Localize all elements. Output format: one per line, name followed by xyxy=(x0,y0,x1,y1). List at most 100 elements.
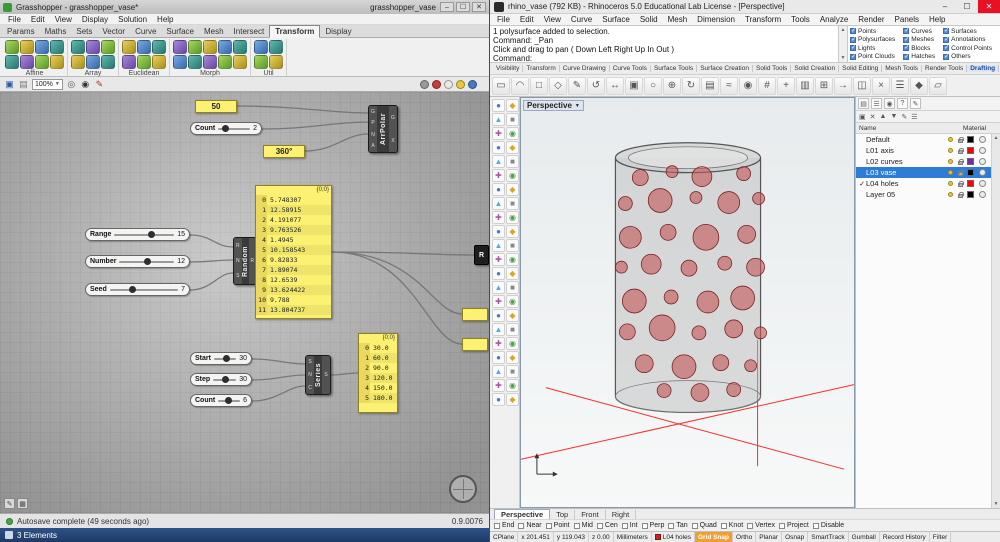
scroll-up-icon[interactable]: ▲ xyxy=(841,27,846,33)
rhino-tab-transform[interactable]: Transform xyxy=(523,65,560,72)
status-y-119-043[interactable]: y 119.043 xyxy=(554,532,589,542)
input-nub[interactable]: P xyxy=(371,120,374,126)
menu-view[interactable]: View xyxy=(50,15,77,24)
toolbar-icon[interactable]: ◇ xyxy=(549,76,567,95)
checkbox-icon[interactable] xyxy=(747,522,754,529)
layer-color-swatch[interactable] xyxy=(965,169,975,176)
wireframe-display-icon[interactable] xyxy=(420,79,429,89)
checkbox-icon[interactable] xyxy=(573,522,580,529)
sidebar-tool-icon[interactable]: ● xyxy=(492,141,505,154)
ribbon-tool-icon[interactable] xyxy=(35,55,49,69)
ribbon-tool-icon[interactable] xyxy=(269,55,283,69)
sidebar-tool-icon[interactable]: ◆ xyxy=(506,225,519,238)
toolbar-icon[interactable]: ○ xyxy=(644,76,662,95)
gh-tab-sets[interactable]: Sets xyxy=(71,26,97,37)
hole-sphere[interactable] xyxy=(634,354,654,374)
gh-component-random[interactable]: R N S Random R xyxy=(233,237,257,285)
ribbon-tool-icon[interactable] xyxy=(137,40,151,54)
toolbar-icon[interactable]: → xyxy=(834,76,852,95)
sidebar-tool-icon[interactable]: ✚ xyxy=(492,379,505,392)
layer-row-l03-vase[interactable]: L03 vase xyxy=(856,167,991,178)
hole-sphere[interactable] xyxy=(746,257,765,277)
status-x-201-451[interactable]: x 201.451 xyxy=(518,532,554,542)
checkbox-icon[interactable] xyxy=(641,522,648,529)
display-panel-tab-icon[interactable]: ◉ xyxy=(884,98,895,109)
slider-rail[interactable] xyxy=(218,124,251,132)
layers-panel-tab-icon[interactable]: ☰ xyxy=(871,98,882,109)
ribbon-tool-icon[interactable] xyxy=(71,40,85,54)
ribbon-tool-icon[interactable] xyxy=(269,40,283,54)
toolbar-icon[interactable]: ◠ xyxy=(511,76,529,95)
status-osnap[interactable]: Osnap xyxy=(782,532,809,542)
ribbon-tool-icon[interactable] xyxy=(5,40,19,54)
osnap-int[interactable]: Int xyxy=(621,522,638,529)
layer-color-swatch[interactable] xyxy=(965,158,975,165)
sidebar-tool-icon[interactable]: ● xyxy=(492,267,505,280)
lock-icon[interactable] xyxy=(955,169,965,176)
status-ortho[interactable]: Ortho xyxy=(733,532,757,542)
toolbar-icon[interactable]: ↻ xyxy=(682,76,700,95)
canvas-compass[interactable] xyxy=(449,475,477,503)
ribbon-tool-icon[interactable] xyxy=(188,55,202,69)
hole-sphere[interactable] xyxy=(619,323,636,341)
menu-curve[interactable]: Curve xyxy=(566,15,597,24)
new-layer-icon[interactable]: ▣ xyxy=(859,113,866,121)
perspective-viewport[interactable]: Perspective ▼ xyxy=(520,97,855,508)
sidebar-tool-icon[interactable]: ◉ xyxy=(506,127,519,140)
gh-slider-step[interactable]: Step 30 xyxy=(190,373,252,386)
hole-sphere[interactable] xyxy=(689,191,703,204)
ribbon-tool-icon[interactable] xyxy=(137,55,151,69)
osnap-project[interactable]: Project xyxy=(779,522,809,529)
menu-render[interactable]: Render xyxy=(853,15,889,24)
ribbon-tool-icon[interactable] xyxy=(71,55,85,69)
ribbon-tool-icon[interactable] xyxy=(122,55,136,69)
hole-sphere[interactable] xyxy=(744,359,757,373)
rhino-tab-curve-drawing[interactable]: Curve Drawing xyxy=(560,65,610,72)
layer-row-l01-axis[interactable]: L01 axis xyxy=(856,145,991,156)
rhino-tab-surface-tools[interactable]: Surface Tools xyxy=(651,65,698,72)
ribbon-tool-icon[interactable] xyxy=(35,40,49,54)
material-icon[interactable] xyxy=(975,180,989,187)
menu-view[interactable]: View xyxy=(539,15,566,24)
ribbon-tool-icon[interactable] xyxy=(86,40,100,54)
toolbar-icon[interactable]: ☰ xyxy=(891,76,909,95)
osnap-quad[interactable]: Quad xyxy=(691,522,717,529)
input-nub[interactable]: N xyxy=(236,258,240,264)
ribbon-tool-icon[interactable] xyxy=(50,55,64,69)
rhino-titlebar[interactable]: rhino_vase (792 KB) - Rhinoceros 5.0 Edu… xyxy=(490,0,1000,14)
ribbon-tool-icon[interactable] xyxy=(233,55,247,69)
ribbon-tool-icon[interactable] xyxy=(203,40,217,54)
ribbon-tool-icon[interactable] xyxy=(152,55,166,69)
status-smarttrack[interactable]: SmartTrack xyxy=(808,532,849,542)
ribbon-tool-icon[interactable] xyxy=(101,40,115,54)
slider-knob[interactable] xyxy=(143,257,151,265)
hole-sphere[interactable] xyxy=(621,288,647,314)
filter-point-clouds[interactable]: Point Clouds xyxy=(850,53,901,62)
visibility-bulb-icon[interactable] xyxy=(945,181,955,186)
ribbon-tool-icon[interactable] xyxy=(101,55,115,69)
toolbar-icon[interactable]: ▤ xyxy=(701,76,719,95)
sidebar-tool-icon[interactable]: ◉ xyxy=(506,169,519,182)
osnap-point[interactable]: Point xyxy=(545,522,570,529)
hole-sphere[interactable] xyxy=(696,290,720,314)
hole-sphere[interactable] xyxy=(631,169,649,186)
layers-scrollbar[interactable]: ▲ ▼ xyxy=(991,134,1000,508)
sidebar-tool-icon[interactable]: ● xyxy=(492,183,505,196)
gh-slider-number[interactable]: Number 12 xyxy=(85,255,190,268)
hole-sphere[interactable] xyxy=(712,354,730,372)
input-nub[interactable]: S xyxy=(308,359,311,365)
ribbon-tool-icon[interactable] xyxy=(5,55,19,69)
visibility-bulb-icon[interactable] xyxy=(945,148,955,153)
status-cplane[interactable]: CPlane xyxy=(490,532,519,542)
group-tool-icon[interactable]: ▦ xyxy=(17,498,28,509)
slider-knob[interactable] xyxy=(129,285,137,293)
output-nub[interactable]: R xyxy=(250,258,254,264)
osnap-knot[interactable]: Knot xyxy=(720,522,743,529)
layer-filter-icon[interactable]: ☰ xyxy=(911,113,917,121)
sidebar-tool-icon[interactable]: ● xyxy=(492,225,505,238)
ribbon-tool-icon[interactable] xyxy=(254,40,268,54)
rhino-tab-surface-creation[interactable]: Surface Creation xyxy=(697,65,753,72)
sidebar-tool-icon[interactable]: ▲ xyxy=(492,113,505,126)
lock-icon[interactable] xyxy=(955,158,965,165)
checkbox-icon[interactable] xyxy=(720,522,727,529)
